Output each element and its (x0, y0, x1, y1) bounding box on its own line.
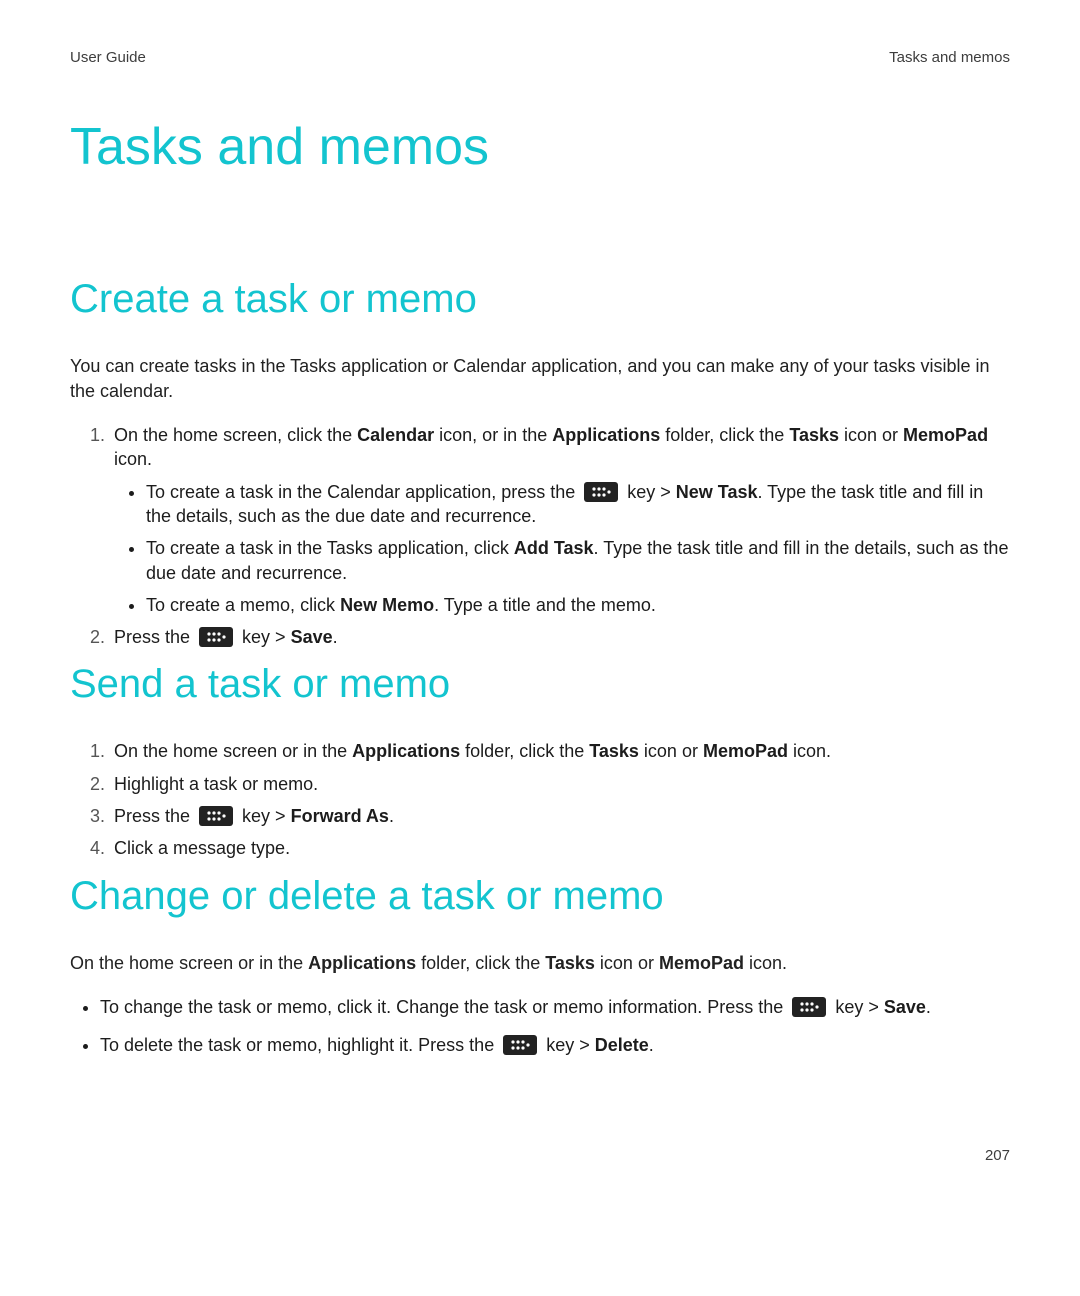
section-send-heading: Send a task or memo (70, 657, 1010, 711)
text: To create a task in the Tasks applicatio… (146, 538, 514, 558)
send-step-2: Highlight a task or memo. (110, 772, 1010, 796)
bold: Calendar (357, 425, 434, 445)
create-sub-c: To create a memo, click New Memo. Type a… (146, 593, 1010, 617)
bold: Tasks (589, 741, 639, 761)
text: key > (622, 482, 676, 502)
text: icon or (595, 953, 659, 973)
text: icon or (839, 425, 903, 445)
text: folder, click the (660, 425, 789, 445)
bold: MemoPad (703, 741, 788, 761)
change-bullet-2: To delete the task or memo, highlight it… (100, 1033, 1010, 1057)
send-step-1: On the home screen or in the Application… (110, 739, 1010, 763)
bb-key-icon (792, 997, 826, 1017)
bold: Forward As (291, 806, 389, 826)
page-title: Tasks and memos (70, 112, 1010, 182)
bold: New Task (676, 482, 758, 502)
bb-key-icon (199, 806, 233, 826)
text: To create a task in the Calendar applica… (146, 482, 580, 502)
bold: Save (291, 627, 333, 647)
text: icon. (114, 449, 152, 469)
section-change-heading: Change or delete a task or memo (70, 869, 1010, 923)
create-sub-b: To create a task in the Tasks applicatio… (146, 536, 1010, 585)
text: To create a memo, click (146, 595, 340, 615)
text: key > (541, 1035, 595, 1055)
create-steps: On the home screen, click the Calendar i… (70, 423, 1010, 649)
send-step-4: Click a message type. (110, 836, 1010, 860)
bold: MemoPad (903, 425, 988, 445)
section-create-heading: Create a task or memo (70, 272, 1010, 326)
text: . (333, 627, 338, 647)
text: key > (237, 627, 291, 647)
header-right: Tasks and memos (889, 48, 1010, 68)
text: icon. (744, 953, 787, 973)
text: . (389, 806, 394, 826)
bold: Tasks (545, 953, 595, 973)
text: . Type a title and the memo. (434, 595, 656, 615)
bold: Tasks (789, 425, 839, 445)
text: On the home screen or in the (114, 741, 352, 761)
create-step-2: Press the key > Save. (110, 625, 1010, 649)
text: . (926, 997, 931, 1017)
text: folder, click the (460, 741, 589, 761)
text: Press the (114, 806, 195, 826)
create-sub-a: To create a task in the Calendar applica… (146, 480, 1010, 529)
text: icon, or in the (434, 425, 552, 445)
page-header: User Guide Tasks and memos (70, 48, 1010, 68)
text: key > (237, 806, 291, 826)
change-bullet-1: To change the task or memo, click it. Ch… (100, 995, 1010, 1019)
bold: Applications (352, 741, 460, 761)
text: folder, click the (416, 953, 545, 973)
text: To delete the task or memo, highlight it… (100, 1035, 499, 1055)
page-number: 207 (985, 1146, 1010, 1166)
send-steps: On the home screen or in the Application… (70, 739, 1010, 860)
text: Press the (114, 627, 195, 647)
document-page: User Guide Tasks and memos Tasks and mem… (0, 0, 1080, 1296)
bold: Add Task (514, 538, 594, 558)
bold: Delete (595, 1035, 649, 1055)
text: key > (830, 997, 884, 1017)
section-create-intro: You can create tasks in the Tasks applic… (70, 354, 1010, 403)
bold: MemoPad (659, 953, 744, 973)
text: icon or (639, 741, 703, 761)
create-substeps: To create a task in the Calendar applica… (114, 480, 1010, 617)
text: To change the task or memo, click it. Ch… (100, 997, 788, 1017)
text: icon. (788, 741, 831, 761)
bold: Applications (308, 953, 416, 973)
bb-key-icon (584, 482, 618, 502)
bold: Save (884, 997, 926, 1017)
text: . (649, 1035, 654, 1055)
change-bullets: To change the task or memo, click it. Ch… (70, 995, 1010, 1058)
bold: New Memo (340, 595, 434, 615)
bold: Applications (552, 425, 660, 445)
create-step-1: On the home screen, click the Calendar i… (110, 423, 1010, 617)
bb-key-icon (503, 1035, 537, 1055)
bb-key-icon (199, 627, 233, 647)
header-left: User Guide (70, 48, 146, 68)
send-step-3: Press the key > Forward As. (110, 804, 1010, 828)
text: On the home screen or in the (70, 953, 308, 973)
text: On the home screen, click the (114, 425, 357, 445)
section-change-intro: On the home screen or in the Application… (70, 951, 1010, 975)
